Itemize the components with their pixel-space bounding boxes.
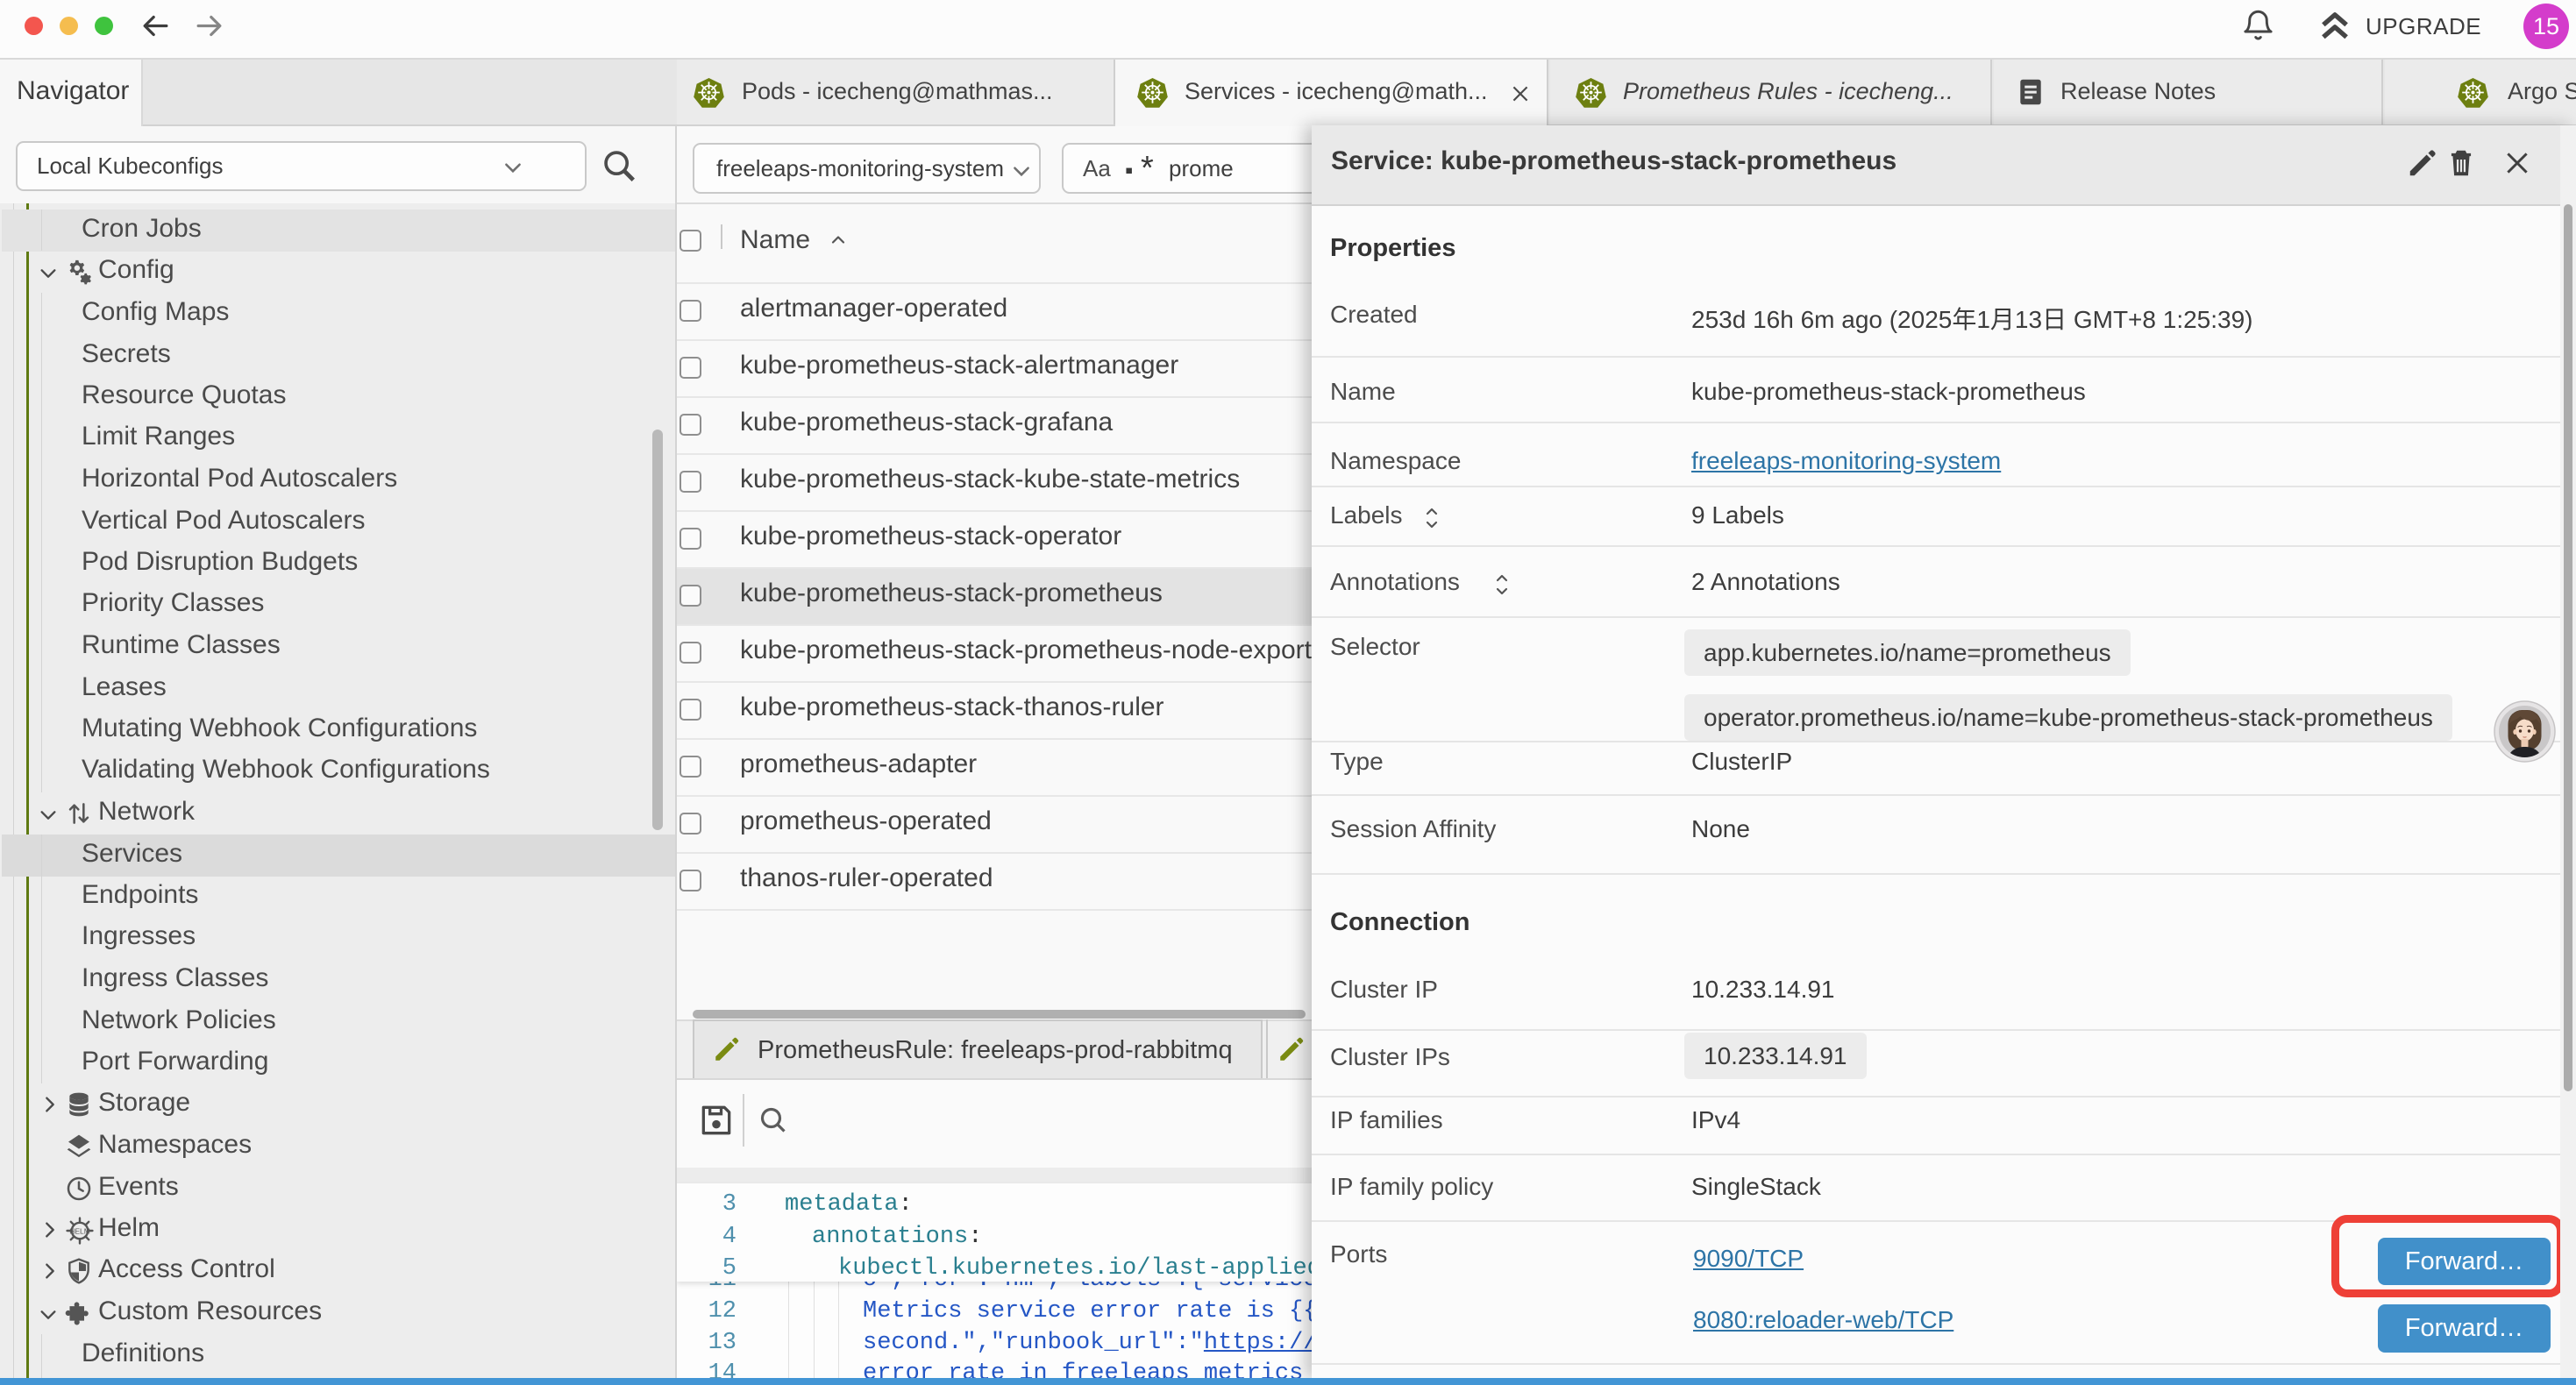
svg-text:HELM: HELM xyxy=(69,1226,90,1235)
